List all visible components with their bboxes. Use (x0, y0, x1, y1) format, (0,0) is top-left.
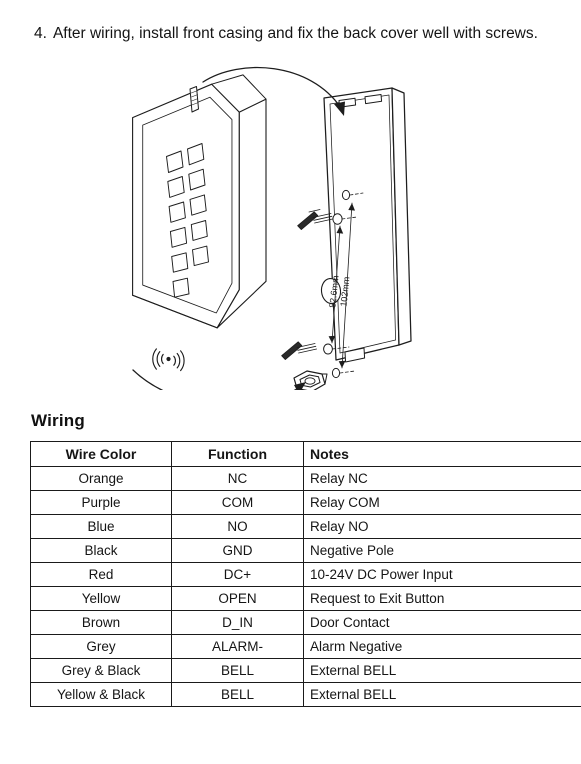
cell-notes: Relay COM (303, 490, 581, 515)
wiring-table-container: Wire Color Function Notes Orange NC Relay … (30, 441, 581, 707)
table-row: Black GND Negative Pole (30, 538, 581, 563)
cell-wire-color: Black (30, 538, 172, 563)
cell-notes: Alarm Negative (303, 634, 581, 659)
cell-function: D_IN (171, 610, 304, 635)
table-row: Grey & Black BELL External BELL (30, 658, 581, 683)
cell-wire-color: Yellow & Black (30, 682, 172, 707)
cell-notes: Door Contact (303, 610, 581, 635)
assembly-arrow-bottom (132, 369, 306, 390)
cell-function: NO (171, 514, 304, 539)
cell-wire-color: Purple (30, 490, 172, 515)
cell-wire-color: Orange (30, 466, 172, 491)
table-row: Red DC+ 10-24V DC Power Input (30, 562, 581, 587)
wiring-table-body: Orange NC Relay NC Purple COM Relay COM Blue NO… (30, 466, 581, 707)
cell-function: BELL (171, 682, 304, 707)
step-number: 4. (34, 25, 47, 42)
cell-function: BELL (171, 658, 304, 683)
cell-function: NC (171, 466, 304, 491)
step-instruction: 4. After wiring, install front casing an… (34, 24, 554, 44)
table-row: Blue NO Relay NO (30, 514, 581, 539)
column-header-wire-color: Wire Color (30, 441, 172, 467)
cell-function: ALARM- (171, 634, 304, 659)
wiring-table: Wire Color Function Notes Orange NC Relay … (30, 441, 581, 707)
column-header-notes: Notes (303, 441, 581, 467)
cell-function: OPEN (171, 586, 304, 611)
cell-wire-color: Brown (30, 610, 172, 635)
cell-wire-color: Yellow (30, 586, 172, 611)
wiring-section-title: Wiring (31, 411, 85, 430)
cell-wire-color: Grey & Black (30, 658, 172, 683)
table-row: Brown D_IN Door Contact (30, 610, 581, 635)
step-instruction-text: After wiring, install front casing and f… (52, 25, 538, 42)
cell-function: DC+ (171, 562, 304, 587)
cell-wire-color: Grey (30, 634, 172, 659)
keypad-display-slot (189, 86, 199, 113)
cell-wire-color: Red (30, 562, 172, 587)
table-header-row: Wire Color Function Notes (30, 441, 581, 467)
cell-notes: External BELL (303, 682, 581, 707)
cell-notes: External BELL (303, 658, 581, 683)
dimension-labels: 82.6mm 102mm (327, 275, 351, 308)
installation-diagram: 82.6mm 102mm (0, 60, 581, 390)
cell-notes: Negative Pole (303, 538, 581, 563)
table-row: Yellow OPEN Request to Exit Button (30, 586, 581, 611)
cell-notes: Relay NC (303, 466, 581, 491)
table-row: Yellow & Black BELL External BELL (30, 682, 581, 707)
cell-wire-color: Blue (30, 514, 172, 539)
cell-function: GND (171, 538, 304, 563)
wall-screw-lower (281, 341, 318, 360)
table-row: Grey ALARM- Alarm Negative (30, 634, 581, 659)
cell-function: COM (171, 490, 304, 515)
wall-screw-upper (297, 209, 334, 230)
cell-notes: Request to Exit Button (303, 586, 581, 611)
column-header-function: Function (171, 441, 304, 467)
rfid-wave-icon (152, 348, 185, 372)
back-cover-plate (320, 87, 412, 379)
cell-notes: 10-24V DC Power Input (303, 562, 581, 587)
table-row: Purple COM Relay COM (30, 490, 581, 515)
table-row: Orange NC Relay NC (30, 466, 581, 491)
cell-notes: Relay NO (303, 514, 581, 539)
wiring-table-header: Wire Color Function Notes (30, 441, 581, 467)
